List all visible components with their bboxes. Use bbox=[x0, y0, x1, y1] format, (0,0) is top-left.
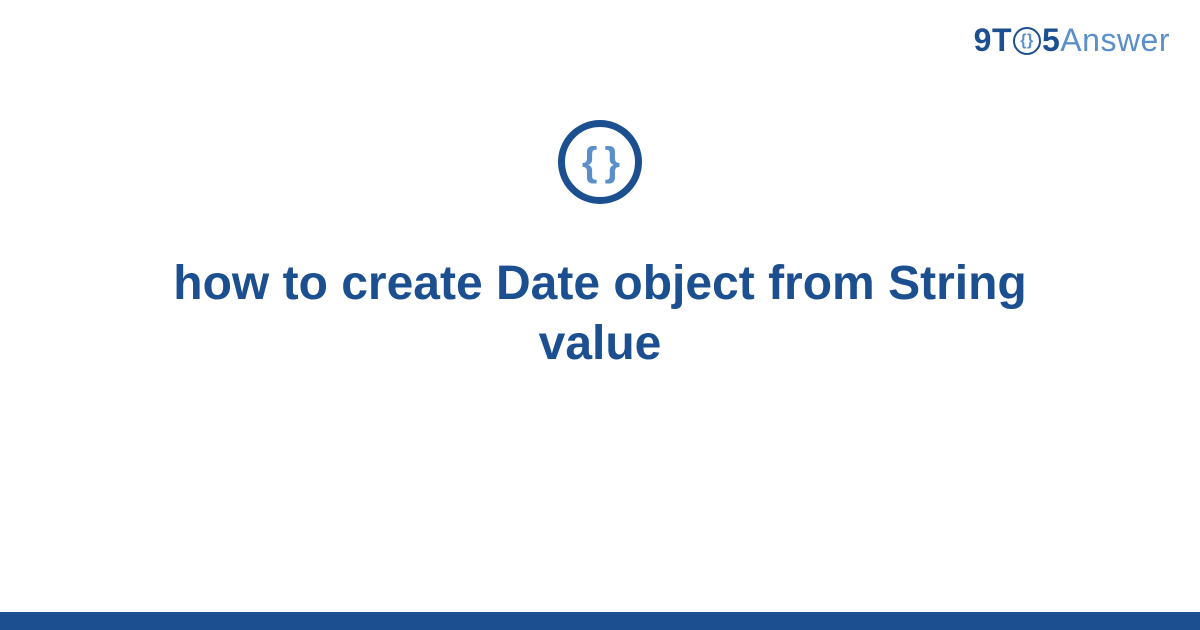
logo-answer-text: Answer bbox=[1060, 22, 1170, 58]
footer-accent-bar bbox=[0, 612, 1200, 630]
logo-five: 5 bbox=[1042, 22, 1060, 58]
code-braces-icon: { } bbox=[558, 120, 642, 204]
site-logo[interactable]: 9T{}5Answer bbox=[974, 22, 1170, 59]
site-header: 9T{}5Answer bbox=[974, 22, 1170, 59]
logo-prefix: 9T bbox=[974, 22, 1012, 58]
page-title: how to create Date object from String va… bbox=[150, 254, 1050, 374]
braces-glyph: { } bbox=[582, 140, 618, 185]
logo-circle-icon: {} bbox=[1013, 27, 1041, 55]
main-content: { } how to create Date object from Strin… bbox=[0, 120, 1200, 374]
